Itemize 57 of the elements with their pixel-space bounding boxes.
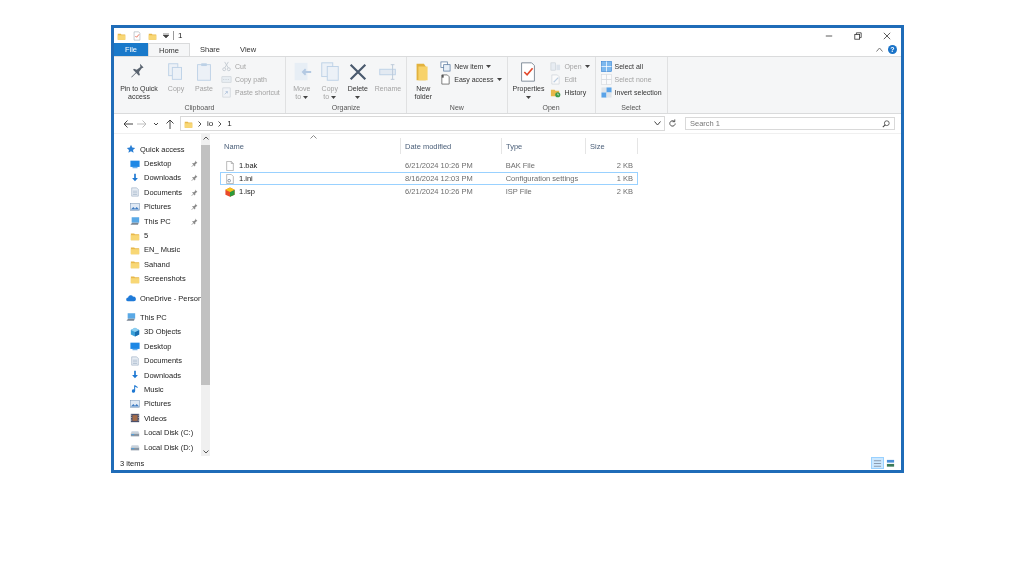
details-view-button[interactable] <box>871 457 884 469</box>
properties-icon[interactable] <box>132 30 142 41</box>
monitor-icon <box>130 158 140 169</box>
grid-icon <box>600 61 612 72</box>
details-view-icon <box>873 458 882 468</box>
film-icon <box>130 413 140 424</box>
music-note-icon <box>130 384 140 395</box>
chevron-right-icon <box>218 120 223 127</box>
grid-icon <box>600 87 612 98</box>
chevron-up-icon <box>202 136 209 140</box>
monitor-icon <box>130 341 140 352</box>
copy-to-icon <box>318 61 341 83</box>
search-icon <box>882 119 890 128</box>
scissors-icon <box>221 61 232 72</box>
cloud-icon <box>126 293 136 304</box>
history-icon <box>550 87 562 98</box>
refresh-icon <box>667 119 677 128</box>
computer-icon <box>126 312 136 323</box>
back-arrow-icon <box>123 118 133 129</box>
cube-icon <box>130 326 140 337</box>
caret-icon[interactable] <box>163 33 169 38</box>
tiles-view-button[interactable] <box>884 457 897 469</box>
scroll-down-button[interactable] <box>202 448 209 456</box>
edit-icon <box>550 74 562 85</box>
picture-icon <box>130 201 140 212</box>
page-icon <box>440 74 452 85</box>
address-field[interactable]: io 1 <box>180 116 665 131</box>
new-item-icon <box>440 61 452 72</box>
computer-icon <box>130 216 140 227</box>
folder-icon <box>130 259 140 270</box>
drive-icon <box>130 442 140 452</box>
chevron-down-icon[interactable] <box>654 121 661 126</box>
document-icon <box>225 160 235 171</box>
rename-icon <box>377 61 399 83</box>
tiles-view-icon <box>886 458 895 468</box>
chevron-right-icon <box>198 120 202 127</box>
forward-arrow-icon <box>137 118 147 129</box>
path-segment[interactable]: 1 <box>227 119 232 128</box>
window-title: 1 <box>178 31 183 40</box>
close-icon <box>882 31 891 40</box>
download-icon <box>130 172 140 183</box>
settings-file-icon <box>225 173 235 184</box>
up-arrow-icon <box>165 118 175 129</box>
document-icon <box>130 355 140 366</box>
restore-icon <box>853 31 862 40</box>
star-icon <box>126 144 136 155</box>
document-icon <box>130 187 140 198</box>
download-icon <box>130 370 140 381</box>
cube-icon <box>225 186 235 197</box>
scroll-up-button[interactable] <box>202 134 209 142</box>
path-segment[interactable]: io <box>207 119 214 128</box>
grid-icon <box>600 74 612 85</box>
picture-icon <box>130 398 140 409</box>
shortcut-icon <box>221 87 232 98</box>
chevron-down-icon <box>202 450 209 454</box>
scrollbar-thumb[interactable] <box>201 145 210 385</box>
chevron-up-icon[interactable] <box>876 47 883 52</box>
